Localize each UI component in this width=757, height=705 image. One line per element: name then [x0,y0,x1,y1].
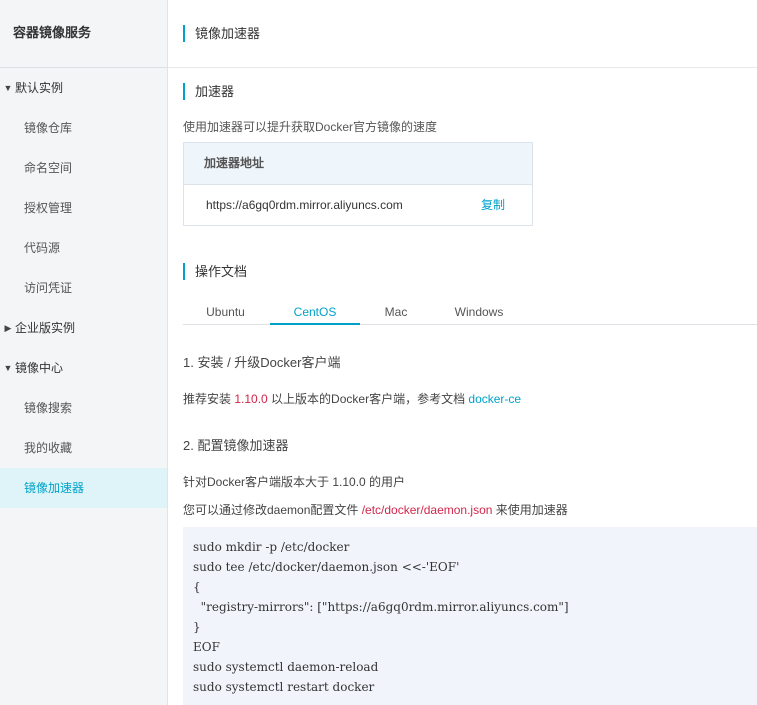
tab-ubuntu[interactable]: Ubuntu [183,300,268,325]
code-line: "registry-mirrors": ["https://a6gq0rdm.m… [193,600,569,614]
os-tabs: Ubuntu CentOS Mac Windows [183,300,757,325]
tab-windows[interactable]: Windows [432,300,526,325]
step2-text-before: 您可以通过修改daemon配置文件 [183,503,362,517]
step2-line1: 针对Docker客户端版本大于 1.10.0 的用户 [183,475,406,489]
nav-group-label: 默认实例 [15,81,64,95]
step2-line2: 您可以通过修改daemon配置文件 /etc/docker/daemon.jso… [183,501,568,518]
code-line: EOF [193,640,220,654]
code-line: sudo systemctl daemon-reload [193,660,379,674]
page-header: 镜像加速器 [168,0,757,68]
nav-group-enterprise-instance[interactable]: ▶ 企业版实例 [0,308,167,348]
step1-title: 1. 安装 / 升级Docker客户端 [183,355,341,370]
nav-group-default-instance[interactable]: ▼ 默认实例 [0,68,167,108]
sidebar-item-image-repo[interactable]: 镜像仓库 [0,108,167,148]
caret-right-icon: ▶ [4,323,12,333]
step1-text-before: 推荐安装 [183,392,235,406]
nav-group-image-center[interactable]: ▼ 镜像中心 [0,348,167,388]
main-content: 镜像加速器 加速器 使用加速器可以提升获取Docker官方镜像的速度 加速器地址… [168,0,757,705]
code-line: sudo systemctl restart docker [193,680,375,694]
tab-mac[interactable]: Mac [360,300,432,325]
docker-ce-link[interactable]: docker-ce [468,392,521,406]
accelerator-address[interactable]: https://a6gq0rdm.mirror.aliyuncs.com [206,198,403,212]
copy-button[interactable]: 复制 [481,185,505,226]
tab-centos[interactable]: CentOS [270,300,360,325]
accelerator-description: 使用加速器可以提升获取Docker官方镜像的速度 [183,120,438,134]
step2-text-after: 来使用加速器 [492,503,568,517]
code-line: sudo tee /etc/docker/daemon.json <<-'EOF… [193,560,460,574]
page-title: 镜像加速器 [183,25,260,42]
step1-text: 推荐安装 1.10.0 以上版本的Docker客户端，参考文档 docker-c… [183,390,521,407]
recommended-version: 1.10.0 [234,392,268,406]
accelerator-address-row: https://a6gq0rdm.mirror.aliyuncs.com 复制 [184,185,532,226]
sidebar-title: 容器镜像服务 [0,0,167,68]
sidebar-item-access-credential[interactable]: 访问凭证 [0,268,167,308]
code-block[interactable]: sudo mkdir -p /etc/docker sudo tee /etc/… [183,527,757,705]
caret-down-icon: ▼ [3,363,13,373]
config-path: /etc/docker/daemon.json [361,503,493,517]
sidebar-item-image-accelerator[interactable]: 镜像加速器 [0,468,167,508]
accelerator-section-title: 加速器 [183,83,234,100]
code-line: } [193,620,201,634]
step1-text-after: 以上版本的Docker客户端，参考文档 [267,392,469,406]
caret-down-icon: ▼ [3,83,13,93]
code-line: { [193,580,201,594]
sidebar-item-my-favorites[interactable]: 我的收藏 [0,428,167,468]
sidebar-item-namespace[interactable]: 命名空间 [0,148,167,188]
sidebar-item-code-source[interactable]: 代码源 [0,228,167,268]
accelerator-address-box: 加速器地址 https://a6gq0rdm.mirror.aliyuncs.c… [183,142,533,226]
code-line: sudo mkdir -p /etc/docker [193,540,350,554]
nav-group-label: 企业版实例 [15,321,76,335]
nav-group-label: 镜像中心 [15,361,64,375]
step2-title: 2. 配置镜像加速器 [183,438,289,453]
accelerator-address-header: 加速器地址 [184,143,532,185]
sidebar-item-authorization[interactable]: 授权管理 [0,188,167,228]
docs-section-title: 操作文档 [183,263,247,280]
sidebar: 容器镜像服务 ▼ 默认实例 镜像仓库 命名空间 授权管理 代码源 访问凭证 ▶ … [0,0,168,705]
sidebar-item-image-search[interactable]: 镜像搜索 [0,388,167,428]
